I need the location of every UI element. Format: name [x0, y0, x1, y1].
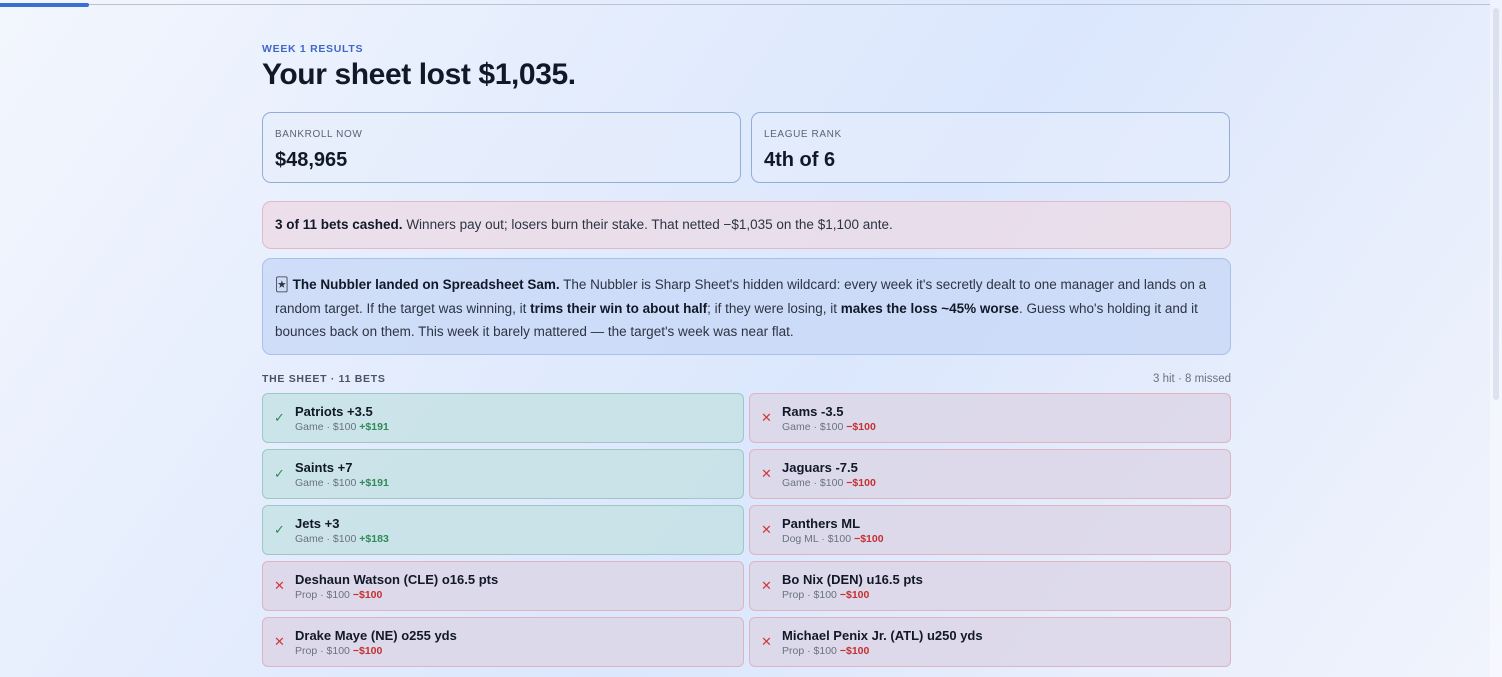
league-rank-card: LEAGUE RANK 4th of 6: [751, 112, 1230, 183]
x-icon: ✕: [761, 410, 772, 425]
week-eyebrow: WEEK 1 RESULTS: [262, 43, 364, 55]
bet-card[interactable]: ✕ Michael Penix Jr. (ATL) u250 yds Prop · …: [749, 617, 1231, 667]
bet-result: −$100: [854, 533, 884, 545]
bet-card[interactable]: ✕ Rams -3.5 Game · $100 −$100: [749, 393, 1231, 443]
bet-card[interactable]: ✕ Bo Nix (DEN) u16.5 pts Prop · $100 −$100: [749, 561, 1231, 611]
bet-meta: Prop · $100 −$100: [295, 645, 382, 657]
bet-result: −$100: [352, 645, 383, 657]
league-rank-value: 4th of 6: [764, 149, 836, 171]
bet-name: Patriots +3.5: [295, 404, 373, 419]
page-title: Your sheet lost $1,035.: [262, 58, 576, 91]
sheet-heading: THE SHEET · 11 BETS: [262, 373, 386, 385]
bet-result: −$100: [846, 477, 876, 489]
bet-meta: Game · $100 −$100: [782, 421, 876, 433]
bet-card[interactable]: ✕ Jaguars -7.5 Game · $100 −$100: [749, 449, 1231, 499]
x-icon: ✕: [761, 634, 772, 649]
top-divider: [0, 4, 1490, 5]
bet-card[interactable]: ✕ Panthers ML Dog ML · $100 −$100: [749, 505, 1231, 555]
bet-card[interactable]: ✓ Jets +3 Game · $100 +$183: [262, 505, 744, 555]
bet-card[interactable]: ✓ Patriots +3.5 Game · $100 +$191: [262, 393, 744, 443]
bankroll-label: BANKROLL NOW: [275, 129, 363, 140]
joker-card-icon: 🃏: [275, 277, 289, 292]
bet-meta: Prop · $100 −$100: [295, 589, 382, 601]
bet-meta: Prop · $100 −$100: [782, 589, 869, 601]
bet-result: −$100: [839, 589, 870, 601]
bet-meta: Game · $100 +$191: [295, 421, 389, 433]
bets-summary-text: Winners pay out; losers burn their stake…: [402, 217, 893, 232]
check-icon: ✓: [274, 410, 285, 425]
bet-name: Panthers ML: [782, 516, 861, 531]
bet-type-stake: Prop · $100: [782, 645, 837, 657]
bet-meta: Game · $100 −$100: [782, 477, 876, 489]
bet-type-stake: Game · $100: [295, 533, 357, 545]
bankroll-card: BANKROLL NOW $48,965: [262, 112, 741, 183]
bet-card[interactable]: ✕ Deshaun Watson (CLE) o16.5 pts Prop · $1…: [262, 561, 744, 611]
bets-summary-notice: 3 of 11 bets cashed. Winners pay out; lo…: [262, 201, 1231, 249]
bet-name: Saints +7: [295, 460, 353, 475]
bet-type-stake: Game · $100: [782, 421, 844, 433]
bet-name: Michael Penix Jr. (ATL) u250 yds: [782, 628, 983, 643]
bets-cashed-count: 3 of 11 bets cashed.: [275, 217, 403, 232]
bet-result: −$100: [846, 421, 876, 433]
bet-name: Deshaun Watson (CLE) o16.5 pts: [295, 572, 499, 587]
bet-meta: Dog ML · $100 −$100: [782, 533, 884, 545]
x-icon: ✕: [274, 578, 285, 593]
bet-type-stake: Game · $100: [295, 421, 357, 433]
bet-type-stake: Prop · $100: [295, 645, 350, 657]
bet-type-stake: Game · $100: [295, 477, 357, 489]
bet-name: Bo Nix (DEN) u16.5 pts: [782, 572, 923, 587]
bet-type-stake: Prop · $100: [295, 589, 350, 601]
bet-meta: Game · $100 +$191: [295, 477, 389, 489]
x-icon: ✕: [761, 578, 772, 593]
scrollbar[interactable]: [1490, 0, 1502, 677]
bet-result: −$100: [352, 589, 383, 601]
league-rank-label: LEAGUE RANK: [764, 129, 842, 140]
bet-meta: Game · $100 +$183: [295, 533, 389, 545]
page-progress-bar: [0, 3, 89, 7]
bet-result: −$100: [839, 645, 870, 657]
bet-type-stake: Prop · $100: [782, 589, 837, 601]
bet-result: +$191: [359, 421, 389, 433]
bet-type-stake: Dog ML · $100: [782, 533, 852, 545]
bankroll-value: $48,965: [275, 149, 348, 171]
check-icon: ✓: [274, 466, 285, 481]
bet-result: +$183: [359, 533, 389, 545]
sheet-hit-miss-summary: 3 hit · 8 missed: [1153, 373, 1231, 385]
x-icon: ✕: [274, 634, 285, 649]
bet-card[interactable]: ✓ Saints +7 Game · $100 +$191: [262, 449, 744, 499]
bet-name: Rams -3.5: [782, 404, 844, 419]
nubbler-notice: 🃏 The Nubbler landed on Spreadsheet Sam.…: [262, 258, 1231, 355]
bet-name: Jaguars -7.5: [782, 460, 858, 475]
nubbler-text: ; if they were losing, it: [707, 300, 841, 316]
bet-name: Jets +3: [295, 516, 340, 531]
nubbler-loss-rule: makes the loss ~45% worse: [840, 300, 1019, 316]
bet-result: +$191: [359, 477, 389, 489]
bet-meta: Prop · $100 −$100: [782, 645, 869, 657]
check-icon: ✓: [274, 522, 285, 537]
scrollbar-thumb[interactable]: [1493, 8, 1499, 400]
bet-card[interactable]: ✕ Drake Maye (NE) o255 yds Prop · $100 −$10…: [262, 617, 744, 667]
bet-type-stake: Game · $100: [782, 477, 844, 489]
x-icon: ✕: [761, 466, 772, 481]
x-icon: ✕: [761, 522, 772, 537]
nubbler-win-rule: trims their win to about half: [530, 300, 708, 316]
nubbler-title: The Nubbler landed on Spreadsheet Sam.: [292, 277, 560, 292]
bet-name: Drake Maye (NE) o255 yds: [295, 628, 457, 643]
